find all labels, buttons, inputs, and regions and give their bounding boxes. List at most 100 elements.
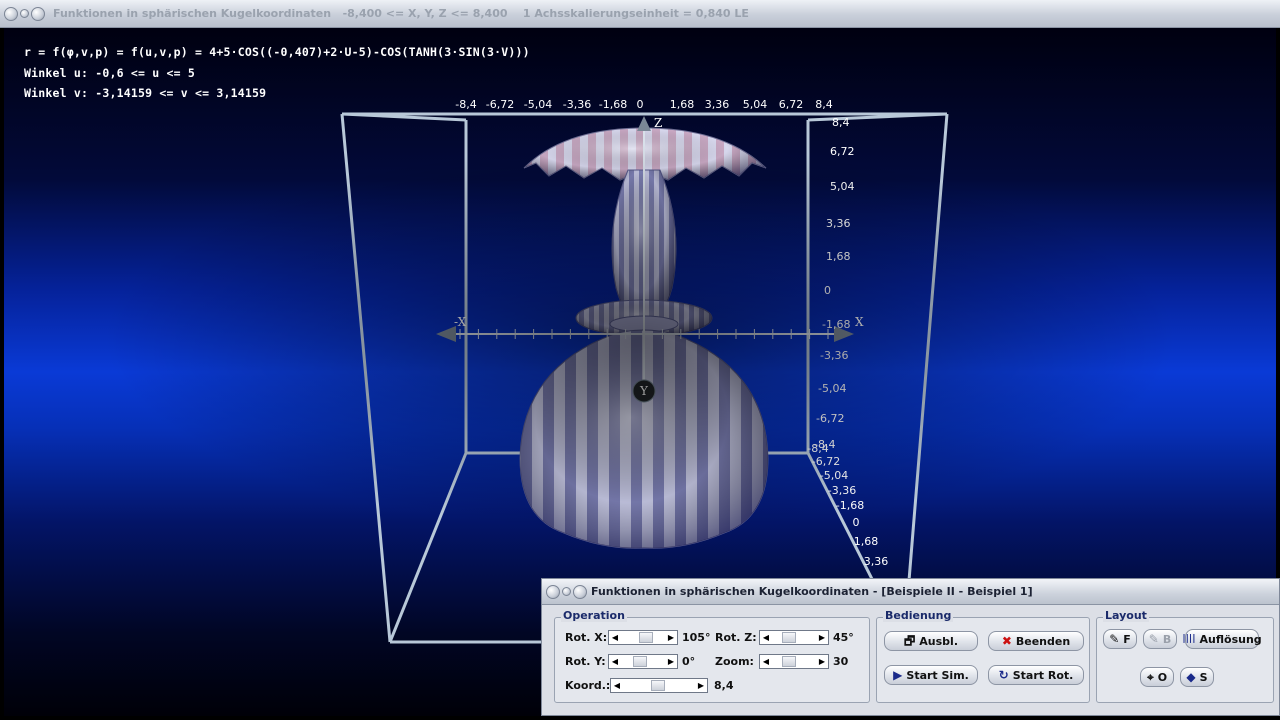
box-bottom-left-edge (388, 452, 468, 643)
rot-y-label: Rot. Y: (565, 655, 606, 668)
rot-x-left-arrow-icon[interactable]: ◀ (609, 631, 621, 644)
layout-b-button[interactable]: ✎ B (1143, 629, 1177, 649)
z-tick-label: 5,04 (830, 180, 855, 193)
ausbl-button[interactable]: 🗗 Ausbl. (884, 631, 978, 651)
crosshair-icon: ⌖ (1146, 670, 1154, 684)
window-controls (4, 6, 45, 21)
zoom-slider[interactable]: ◀ ▶ (759, 654, 829, 669)
ausbl-button-label: Ausbl. (919, 634, 958, 648)
rot-y-slider-thumb[interactable] (633, 656, 647, 667)
start-sim-button[interactable]: ▶ Start Sim. (884, 665, 978, 685)
aufloesung-button[interactable]: |||| Auflösung (1182, 629, 1262, 649)
rot-x-slider[interactable]: ◀ ▶ (608, 630, 678, 645)
zoom-slider-thumb[interactable] (782, 656, 796, 667)
y-tick-label: -8,4 (807, 442, 828, 455)
panel-minimize-button[interactable] (562, 587, 571, 596)
x-tick-label: -5,04 (524, 98, 552, 111)
zoom-label: Zoom: (715, 655, 754, 668)
panel-maximize-button[interactable] (573, 584, 587, 599)
play-icon: ▶ (893, 668, 903, 682)
main-window-title: Funktionen in sphärischen Kugelkoordinat… (53, 7, 749, 20)
eraser-icon: ◆ (1186, 670, 1196, 684)
hide-window-icon: 🗗 (904, 634, 916, 648)
y-tick-labels: -8,4-6,72-5,04 -3,36 -1,68 0 1,68 3,36 (807, 442, 888, 568)
y-tick-label: 0 (853, 516, 860, 529)
y-tick-label: 1,68 (854, 535, 879, 548)
koord-slider-thumb[interactable] (651, 680, 665, 691)
maximize-window-button[interactable] (31, 6, 45, 21)
rot-z-right-arrow-icon[interactable]: ▶ (816, 631, 828, 644)
koord-value: 8,4 (714, 679, 734, 692)
rot-x-slider-thumb[interactable] (639, 632, 653, 643)
close-window-button[interactable] (4, 6, 18, 21)
x-tick-label: -8,4 (455, 98, 476, 111)
z-tick-labels: 8,4 6,72 5,04 3,36 1,68 0 -1,68 -3,36 -5,04 -6,72… (814, 116, 855, 451)
y-tick-label: -6,72 (812, 455, 840, 468)
control-panel-title: Funktionen in sphärischen Kugelkoordinat… (591, 585, 1033, 598)
rot-z-slider-thumb[interactable] (782, 632, 796, 643)
minimize-window-button[interactable] (20, 9, 29, 18)
operation-group: Operation Rot. X: ◀ ▶ 105° Rot. Z: ◀ ▶ 4… (554, 609, 870, 703)
box-right-vertical-edge (902, 113, 949, 643)
rot-y-right-arrow-icon[interactable]: ▶ (665, 655, 677, 668)
y-axis-label: Y (639, 384, 649, 398)
bedienung-group-label: Bedienung (883, 609, 954, 622)
box-left-vertical-edge (340, 113, 392, 643)
rot-z-left-arrow-icon[interactable]: ◀ (760, 631, 772, 644)
z-tick-label: -6,72 (816, 412, 844, 425)
z-tick-label: 3,36 (826, 217, 851, 230)
z-tick-label: 8,4 (832, 116, 850, 129)
close-x-icon: ✖ (1001, 634, 1012, 648)
neg-x-axis-label: -X (454, 315, 467, 329)
rot-z-value: 45° (833, 631, 854, 644)
zoom-left-arrow-icon[interactable]: ◀ (760, 655, 772, 668)
koord-label: Koord.: (565, 679, 611, 692)
koord-right-arrow-icon[interactable]: ▶ (695, 679, 707, 692)
x-tick-label: -1,68 (599, 98, 627, 111)
panel-close-button[interactable] (546, 584, 560, 599)
y-tick-label: -5,04 (820, 469, 848, 482)
control-panel-window[interactable]: Funktionen in sphärischen Kugelkoordinat… (541, 578, 1280, 716)
x-tick-label: -6,72 (486, 98, 514, 111)
z-tick-label: -3,36 (820, 349, 848, 362)
x-tick-label: 8,4 (815, 98, 833, 111)
rot-x-label: Rot. X: (565, 631, 608, 644)
x-tick-label: 5,04 (743, 98, 768, 111)
layout-f-button[interactable]: ✎ F (1103, 629, 1137, 649)
x-tick-label: 6,72 (779, 98, 804, 111)
y-tick-label: -1,68 (836, 499, 864, 512)
resolution-bars-icon: |||| (1182, 633, 1196, 644)
beenden-button[interactable]: ✖ Beenden (988, 631, 1084, 651)
rot-z-slider[interactable]: ◀ ▶ (759, 630, 829, 645)
x-tick-label: 3,36 (705, 98, 730, 111)
layout-s-button[interactable]: ◆ S (1180, 667, 1214, 687)
control-panel-titlebar[interactable]: Funktionen in sphärischen Kugelkoordinat… (542, 579, 1279, 605)
rot-y-left-arrow-icon[interactable]: ◀ (609, 655, 621, 668)
layout-f-label: F (1123, 632, 1131, 646)
layout-o-button[interactable]: ⌖ O (1140, 667, 1174, 687)
aufloesung-button-label: Auflösung (1199, 632, 1262, 646)
layout-o-label: O (1157, 670, 1168, 684)
rot-x-right-arrow-icon[interactable]: ▶ (665, 631, 677, 644)
rot-x-value: 105° (682, 631, 711, 644)
y-tick-label: 3,36 (864, 555, 889, 568)
z-tick-label: 0 (824, 284, 831, 297)
panel-window-controls (546, 584, 587, 599)
z-axis-label: Z (654, 116, 662, 130)
start-rot-button[interactable]: ↻ Start Rot. (988, 665, 1084, 685)
layout-group: Layout ✎ F ✎ B |||| Auflösung ⌖ O ◆ S (1096, 609, 1274, 703)
koord-left-arrow-icon[interactable]: ◀ (611, 679, 623, 692)
rot-z-label: Rot. Z: (715, 631, 757, 644)
koord-slider[interactable]: ◀ ▶ (610, 678, 708, 693)
x-tick-label: 1,68 (670, 98, 695, 111)
zoom-right-arrow-icon[interactable]: ▶ (816, 655, 828, 668)
rot-y-slider[interactable]: ◀ ▶ (608, 654, 678, 669)
layout-group-label: Layout (1103, 609, 1149, 622)
beenden-button-label: Beenden (1015, 634, 1071, 648)
main-window-titlebar[interactable]: Funktionen in sphärischen Kugelkoordinat… (0, 0, 1280, 28)
paint-brush-icon: ✎ (1109, 632, 1120, 646)
z-tick-label: -1,68 (822, 318, 850, 331)
bucket-icon: ✎ (1148, 632, 1159, 646)
operation-group-label: Operation (561, 609, 627, 622)
x-tick-label: -3,36 (563, 98, 591, 111)
